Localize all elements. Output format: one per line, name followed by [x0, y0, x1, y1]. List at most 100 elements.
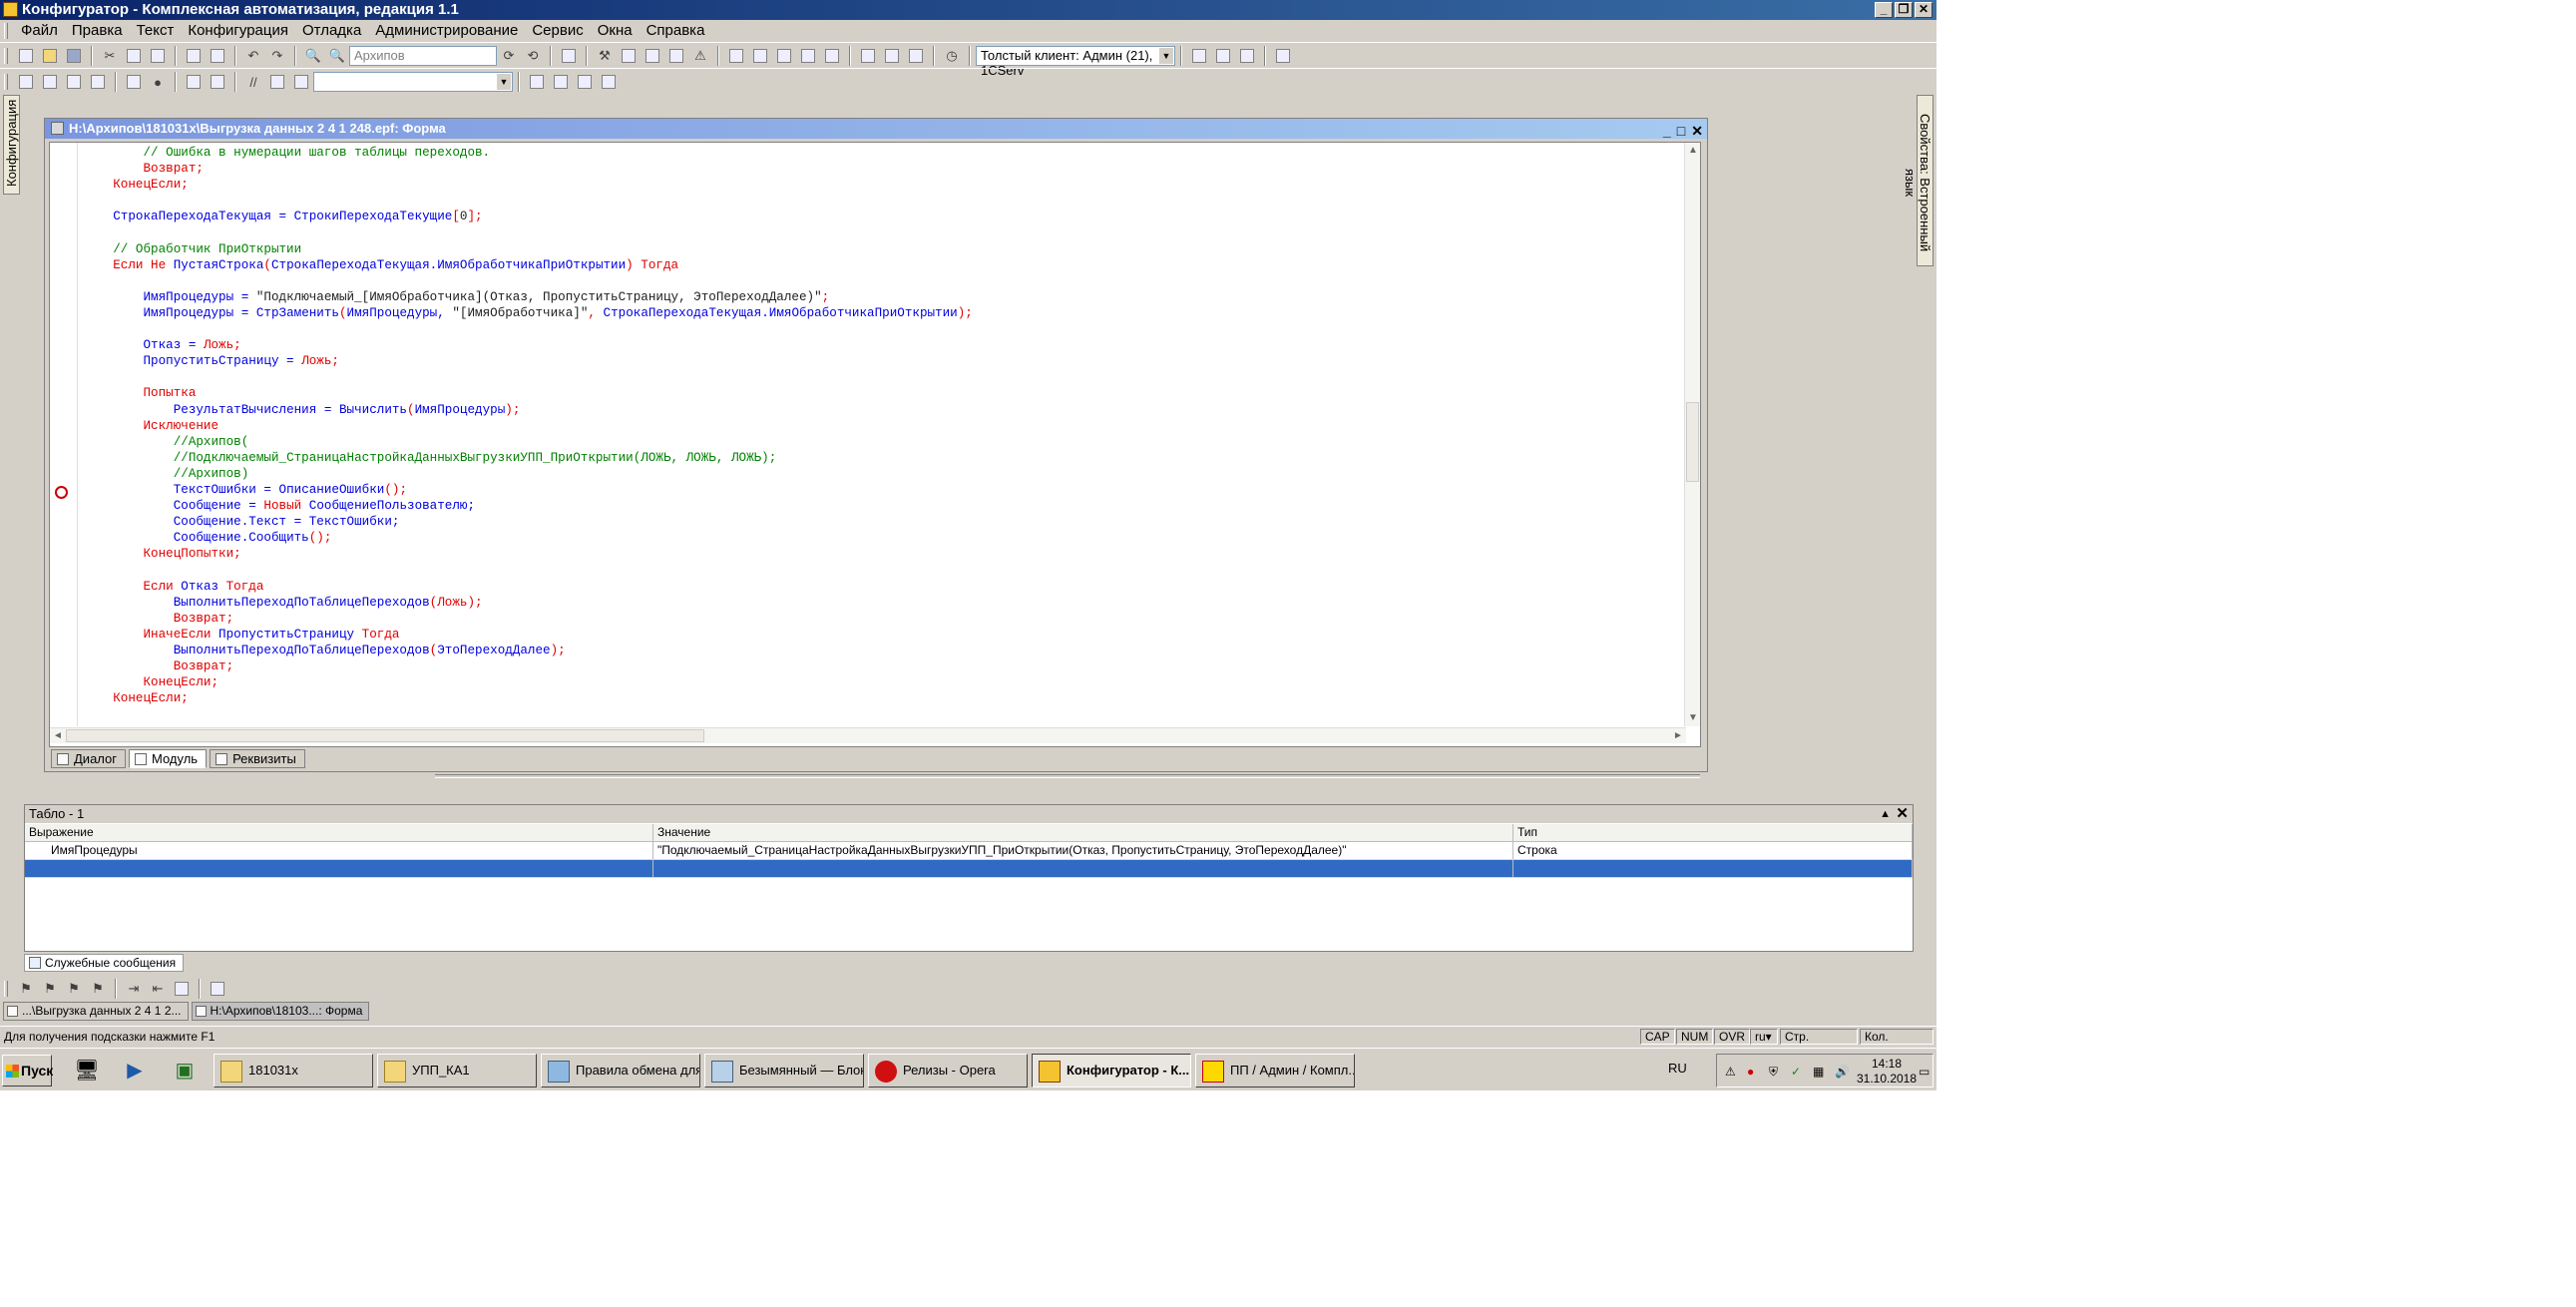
tool-icon[interactable]	[184, 72, 204, 92]
code-line[interactable]: КонецЕсли;	[83, 674, 973, 690]
code-line[interactable]: ТекстОшибки = ОписаниеОшибки();	[83, 482, 973, 498]
code-line[interactable]: ИмяПроцедуры = СтрЗаменить(ИмяПроцедуры,…	[83, 305, 972, 321]
window-tab[interactable]: ...\Выгрузка данных 2 4 1 2...	[3, 1002, 189, 1021]
language-indicator[interactable]: ru▾	[1750, 1029, 1778, 1045]
open-folder-icon[interactable]	[40, 46, 60, 66]
flag-icon[interactable]: ⚑	[40, 979, 60, 999]
taskbar-item-181031x[interactable]: 181031x	[214, 1054, 373, 1088]
horizontal-scrollbar[interactable]: ◄ ►	[50, 727, 1686, 743]
properties-panel-tab[interactable]: Свойства: Встроенный язык	[1903, 95, 1933, 266]
code-line[interactable]	[83, 321, 973, 337]
cut-icon[interactable]: ✂	[100, 46, 120, 66]
editor-gutter[interactable]	[50, 143, 78, 726]
tool-icon[interactable]	[619, 46, 639, 66]
flag-icon[interactable]: ⚑	[16, 979, 36, 999]
tool-icon[interactable]	[1273, 46, 1293, 66]
tool-icon[interactable]	[88, 72, 108, 92]
tool-icon[interactable]	[666, 46, 686, 66]
code-line[interactable]: //Архипов(	[83, 434, 973, 450]
indent-icon[interactable]: ⇥	[124, 979, 144, 999]
table-row[interactable]: ИмяПроцедуры "Подключаемый_СтраницаНастр…	[25, 842, 1913, 860]
code-line[interactable]	[83, 273, 973, 289]
tool-icon[interactable]	[726, 46, 746, 66]
scroll-thumb[interactable]	[66, 729, 704, 742]
find-in-icon[interactable]: 🔍	[327, 46, 347, 66]
tool-icon[interactable]	[551, 72, 571, 92]
tray-icon[interactable]: ⚠	[1725, 1065, 1736, 1079]
scroll-up-icon[interactable]: ▲	[1685, 143, 1700, 159]
close-button[interactable]: ✕	[1691, 121, 1703, 141]
menu-windows[interactable]: Окна	[591, 22, 640, 39]
breakpoint-icon[interactable]	[55, 486, 68, 499]
tray-icon[interactable]: ●	[1747, 1065, 1754, 1079]
module-icon[interactable]	[559, 46, 579, 66]
cell-value[interactable]: "Подключаемый_СтраницаНастройкаДанныхВыг…	[653, 842, 1513, 859]
cell-expression[interactable]: ИмяПроцедуры	[25, 842, 653, 859]
vertical-scrollbar[interactable]: ▲ ▼	[1684, 143, 1700, 726]
chevron-down-icon[interactable]: ▼	[1159, 48, 1173, 64]
toolbar-grip[interactable]	[4, 22, 8, 39]
tool-icon[interactable]	[527, 72, 547, 92]
toolbar-grip[interactable]	[4, 48, 8, 64]
tool-icon[interactable]	[267, 72, 287, 92]
code-line[interactable]: Сообщение.Текст = ТекстОшибки;	[83, 514, 973, 530]
close-icon[interactable]: ✕	[1896, 805, 1909, 823]
scroll-thumb[interactable]	[1686, 402, 1699, 482]
cell-type[interactable]: Строка	[1513, 842, 1913, 859]
taskbar-item-rules[interactable]: Правила обмена для...	[541, 1054, 700, 1088]
code-line[interactable]: Исключение	[83, 418, 973, 434]
tool-icon[interactable]	[575, 72, 595, 92]
code-line[interactable]: ВыполнитьПереходПоТаблицеПереходов(Ложь)…	[83, 595, 973, 611]
scroll-down-icon[interactable]: ▼	[1685, 710, 1700, 726]
code-line[interactable]	[83, 562, 973, 578]
start-button[interactable]: Пуск	[2, 1055, 53, 1087]
code-line[interactable]: ИначеЕсли ПропуститьСтраницу Тогда	[83, 627, 973, 643]
menu-edit[interactable]: Правка	[65, 22, 130, 39]
column-header-value[interactable]: Значение	[653, 824, 1513, 841]
toolbar-grip[interactable]	[4, 74, 8, 90]
menu-service[interactable]: Сервис	[525, 22, 590, 39]
terminal-icon[interactable]: ▣	[170, 1055, 200, 1085]
tool-icon[interactable]	[774, 46, 794, 66]
flag-icon[interactable]: ⚑	[88, 979, 108, 999]
comment-icon[interactable]: //	[243, 72, 263, 92]
tool-icon[interactable]	[643, 46, 662, 66]
paste-icon[interactable]	[148, 46, 168, 66]
code-line[interactable]: ВыполнитьПереходПоТаблицеПереходов(ЭтоПе…	[83, 643, 973, 658]
tool-icon[interactable]	[40, 72, 60, 92]
tool-icon[interactable]	[858, 46, 878, 66]
code-line[interactable]	[83, 193, 973, 209]
table-row-empty-selected[interactable]	[25, 860, 1913, 878]
close-button[interactable]: ✕	[1915, 2, 1932, 18]
pin-icon[interactable]: ▲	[1880, 805, 1891, 823]
save-icon[interactable]	[64, 46, 84, 66]
code-line[interactable]	[83, 224, 973, 240]
clock-icon[interactable]: ◷	[942, 46, 962, 66]
service-messages-tab[interactable]: Служебные сообщения	[24, 954, 184, 972]
undo-icon[interactable]: ↶	[243, 46, 263, 66]
minimize-button[interactable]: _	[1663, 121, 1671, 141]
code-line[interactable]: Возврат;	[83, 658, 973, 674]
minimize-button[interactable]: _	[1875, 2, 1893, 18]
taskbar-item-opera[interactable]: Релизы - Opera	[868, 1054, 1028, 1088]
tool-icon[interactable]	[291, 72, 311, 92]
tool-icon[interactable]	[208, 72, 227, 92]
code-line[interactable]: Возврат;	[83, 161, 973, 177]
code-line[interactable]: Сообщение = Новый СообщениеПользователю;	[83, 498, 973, 514]
procedure-combo[interactable]: ▼	[313, 72, 513, 92]
code-line[interactable]: Возврат;	[83, 611, 973, 627]
powershell-icon[interactable]: ▶	[120, 1055, 150, 1085]
maximize-button[interactable]: □	[1677, 121, 1685, 141]
column-header-type[interactable]: Тип	[1513, 824, 1913, 841]
taskbar-item-configurator[interactable]: Конфигуратор - К...	[1032, 1054, 1191, 1088]
menu-help[interactable]: Справка	[640, 22, 712, 39]
client-combo[interactable]: Толстый клиент: Админ (21), 1CServ ▼	[976, 46, 1175, 78]
code-line[interactable]	[83, 369, 973, 385]
tab-module[interactable]: Модуль	[129, 749, 208, 768]
menu-configuration[interactable]: Конфигурация	[181, 22, 295, 39]
show-desktop-icon[interactable]: ▭	[1919, 1065, 1930, 1079]
scroll-right-icon[interactable]: ►	[1670, 728, 1686, 744]
tray-icon[interactable]: ✓	[1791, 1065, 1801, 1079]
outdent-icon[interactable]: ⇤	[148, 979, 168, 999]
code-editor[interactable]: // Ошибка в нумерации шагов таблицы пере…	[49, 142, 1701, 747]
